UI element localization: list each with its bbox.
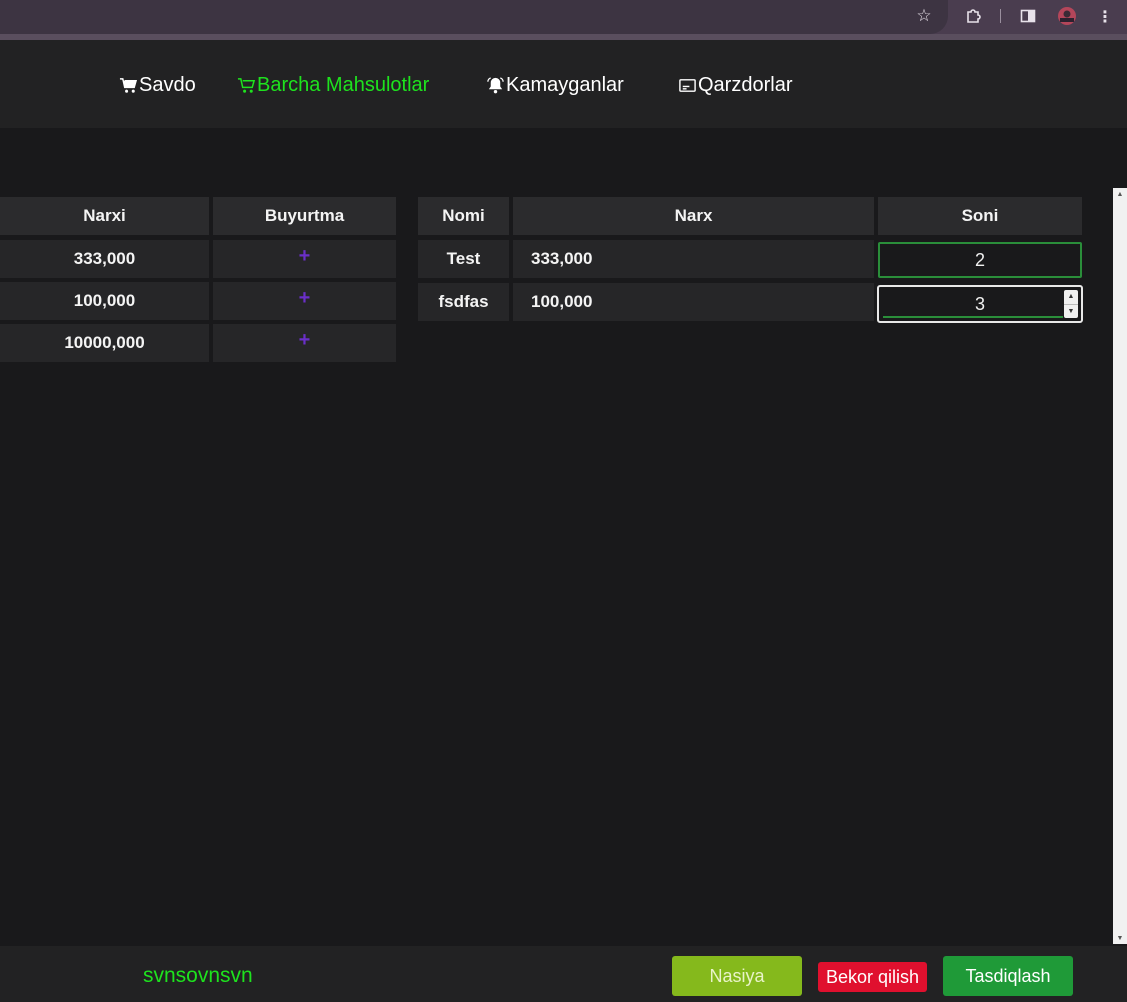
spinner-up-icon[interactable]: ▲ [1064, 290, 1078, 305]
nav-label-kamayganlar: Kamayganlar [506, 73, 624, 96]
add-to-order-button[interactable]: + [299, 288, 311, 308]
nasiya-button[interactable]: Nasiya [672, 956, 802, 996]
order-price-cell: 333,000 [513, 240, 874, 278]
nav-label-barcha-mahsulotlar: Barcha Mahsulotlar [257, 73, 430, 96]
browser-toolbar [0, 0, 1127, 34]
cancel-button[interactable]: Bekor qilish [818, 962, 927, 992]
nav-item-qarzdorlar[interactable]: Qarzdorlar [678, 72, 792, 98]
quantity-value: 3 [974, 293, 985, 314]
products-action-cell: + [213, 240, 396, 278]
order-name-cell: fsdfas [418, 283, 509, 321]
nav-item-kamayganlar[interactable]: Kamayganlar [486, 72, 624, 98]
products-price-cell: 100,000 [0, 282, 209, 320]
quantity-input[interactable]: 3 ▲ ▼ [877, 285, 1083, 323]
extensions-icon[interactable] [964, 6, 984, 26]
bookmark-star-icon[interactable]: ☆ [914, 6, 934, 26]
spinner-down-icon[interactable]: ▼ [1064, 305, 1078, 319]
products-price-cell: 333,000 [0, 240, 209, 278]
scroll-up-icon[interactable]: ▲ [1113, 188, 1127, 200]
add-to-order-button[interactable]: + [299, 246, 311, 266]
products-action-cell: + [213, 324, 396, 362]
order-footer: svnsovnsvn Nasiya Bekor qilish Tasdiqlas… [0, 946, 1127, 1002]
quantity-spinner[interactable]: ▲ ▼ [1064, 290, 1078, 318]
confirm-button[interactable]: Tasdiqlash [943, 956, 1073, 996]
order-name-cell: Test [418, 240, 509, 278]
toolbar-separator [1000, 9, 1001, 23]
more-vert-icon[interactable]: ⋮ [1097, 6, 1113, 26]
profile-avatar-icon[interactable] [1057, 6, 1077, 26]
focus-underline [883, 316, 1063, 318]
products-header-buyurtma: Buyurtma [213, 197, 396, 235]
customer-name: svnsovnsvn [143, 964, 253, 987]
order-header-nomi: Nomi [418, 197, 509, 235]
products-header-narxi: Narxi [0, 197, 209, 235]
nav-label-qarzdorlar: Qarzdorlar [698, 73, 793, 96]
order-header-narx: Narx [513, 197, 874, 235]
quantity-input[interactable]: 2 [878, 242, 1082, 278]
app-header: Savdo Barcha Mahsulotlar Kamayganlar Qar… [0, 40, 1127, 128]
nav-item-savdo[interactable]: Savdo [119, 72, 196, 98]
nav-item-barcha-mahsulotlar[interactable]: Barcha Mahsulotlar [237, 72, 429, 98]
products-price-cell: 10000,000 [0, 324, 209, 362]
order-price-cell: 100,000 [513, 283, 874, 321]
card-icon [679, 78, 696, 92]
order-header-soni: Soni [878, 197, 1082, 235]
side-panel-icon[interactable] [1018, 6, 1038, 26]
products-action-cell: + [213, 282, 396, 320]
nav-label-savdo: Savdo [139, 73, 196, 96]
cart-icon [119, 77, 138, 93]
address-bar[interactable] [0, 0, 948, 34]
cart-icon [237, 77, 256, 93]
scroll-down-icon[interactable]: ▼ [1113, 932, 1127, 944]
bell-icon [487, 76, 504, 93]
add-to-order-button[interactable]: + [299, 330, 311, 350]
page-scrollbar[interactable]: ▲ ▼ [1113, 188, 1127, 944]
quantity-value: 2 [974, 249, 985, 270]
